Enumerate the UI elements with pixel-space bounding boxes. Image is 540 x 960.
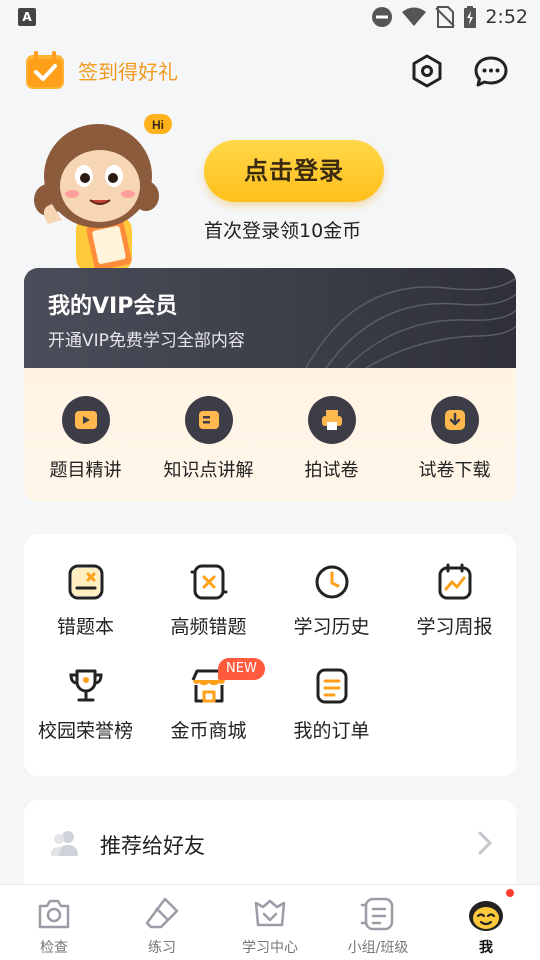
vip-title: 我的VIP会员	[48, 294, 178, 319]
vip-decoration	[305, 277, 516, 368]
settings-icon[interactable]	[408, 52, 446, 90]
nav-group-class[interactable]: 小组/班级	[324, 885, 432, 960]
tool-wrong-notebook[interactable]: 错题本	[24, 562, 147, 639]
tool-weekly-report[interactable]: 学习周报	[393, 562, 516, 639]
tool-frequent-errors[interactable]: 高频错题	[147, 562, 270, 639]
weekly-report-icon	[438, 563, 471, 600]
nav-label: 小组/班级	[347, 940, 409, 956]
no-sim-icon	[435, 6, 456, 28]
login-hint: 首次登录领10金币	[204, 220, 362, 242]
vip-item-explain[interactable]: 题目精讲	[24, 396, 147, 482]
nav-study-center[interactable]: 学习中心	[216, 885, 324, 960]
tool-label: 学习周报	[416, 616, 493, 638]
tool-label: 错题本	[56, 616, 114, 638]
camera-icon	[38, 899, 70, 929]
recommend-label: 推荐给好友	[100, 834, 205, 858]
nav-label: 检查	[40, 940, 68, 956]
clock-icon	[315, 565, 348, 599]
chevron-right-icon	[478, 831, 492, 855]
study-center-icon	[254, 899, 286, 927]
new-badge: NEW	[218, 658, 265, 680]
vip-item-label: 知识点讲解	[163, 460, 254, 481]
frequent-error-icon	[190, 564, 227, 600]
play-icon	[61, 396, 110, 444]
vip-item-label: 题目精讲	[49, 460, 122, 481]
notification-dot	[504, 887, 516, 899]
clock-time: 2:52	[485, 6, 528, 28]
me-avatar-icon	[469, 901, 503, 931]
printer-icon	[307, 396, 356, 444]
book-icon	[184, 396, 233, 444]
order-icon	[316, 668, 347, 704]
vip-banner[interactable]: 我的VIP会员 开通VIP免费学习全部内容	[24, 268, 516, 368]
vip-item-scan-paper[interactable]: 拍试卷	[270, 396, 393, 482]
checkin-label[interactable]: 签到得好礼	[78, 56, 178, 85]
battery-icon	[464, 6, 477, 28]
vip-item-label: 试卷下载	[418, 460, 491, 481]
wifi-icon	[402, 7, 427, 26]
vip-item-download[interactable]: 试卷下载	[393, 396, 516, 482]
nav-label: 练习	[148, 940, 176, 956]
tool-study-history[interactable]: 学习历史	[270, 562, 393, 639]
status-bar: A 2:52	[0, 0, 540, 36]
notification-icon: A	[18, 8, 36, 26]
message-icon[interactable]	[472, 52, 510, 90]
nav-label: 我	[479, 940, 493, 956]
tool-label: 我的订单	[293, 720, 370, 742]
eraser-icon	[145, 897, 179, 929]
download-icon	[430, 396, 479, 444]
tool-label: 金币商城	[170, 720, 247, 742]
mascot-bubble: Hi	[152, 118, 164, 132]
tool-label: 高频错题	[170, 616, 247, 638]
group-icon	[360, 897, 394, 931]
tool-campus-honors[interactable]: 校园荣誉榜	[24, 666, 147, 743]
nav-practice[interactable]: 练习	[108, 885, 216, 960]
tool-my-orders[interactable]: 我的订单	[270, 666, 393, 743]
nav-me[interactable]: 我	[432, 885, 540, 960]
wrong-notebook-icon	[68, 564, 103, 600]
bottom-nav: 检查 练习 学习中心 小组/班级 我	[0, 884, 540, 960]
vip-item-knowledge[interactable]: 知识点讲解	[147, 396, 270, 482]
dnd-icon	[372, 7, 393, 27]
trophy-icon	[68, 669, 103, 702]
vip-item-label: 拍试卷	[304, 460, 359, 481]
friends-icon	[51, 831, 78, 856]
vip-subtitle: 开通VIP免费学习全部内容	[48, 331, 245, 351]
mascot-avatar: Hi	[34, 114, 172, 272]
nav-label: 学习中心	[242, 940, 298, 956]
tools-card: 错题本 高频错题 学习历史 学习周报 校园荣誉榜 金币商城 我的订单	[24, 534, 516, 776]
header: 签到得好礼	[0, 44, 540, 98]
nav-check[interactable]: 检查	[0, 885, 108, 960]
vip-card[interactable]: 我的VIP会员 开通VIP免费学习全部内容 题目精讲 知识点讲解 拍试卷 试卷下…	[24, 268, 516, 502]
login-button[interactable]: 点击登录	[204, 140, 384, 202]
tool-label: 学习历史	[293, 616, 370, 638]
recommend-to-friend-row[interactable]: 推荐给好友	[24, 800, 516, 890]
checkin-calendar-icon[interactable]	[24, 49, 66, 91]
tool-label: 校园荣誉榜	[37, 720, 133, 742]
